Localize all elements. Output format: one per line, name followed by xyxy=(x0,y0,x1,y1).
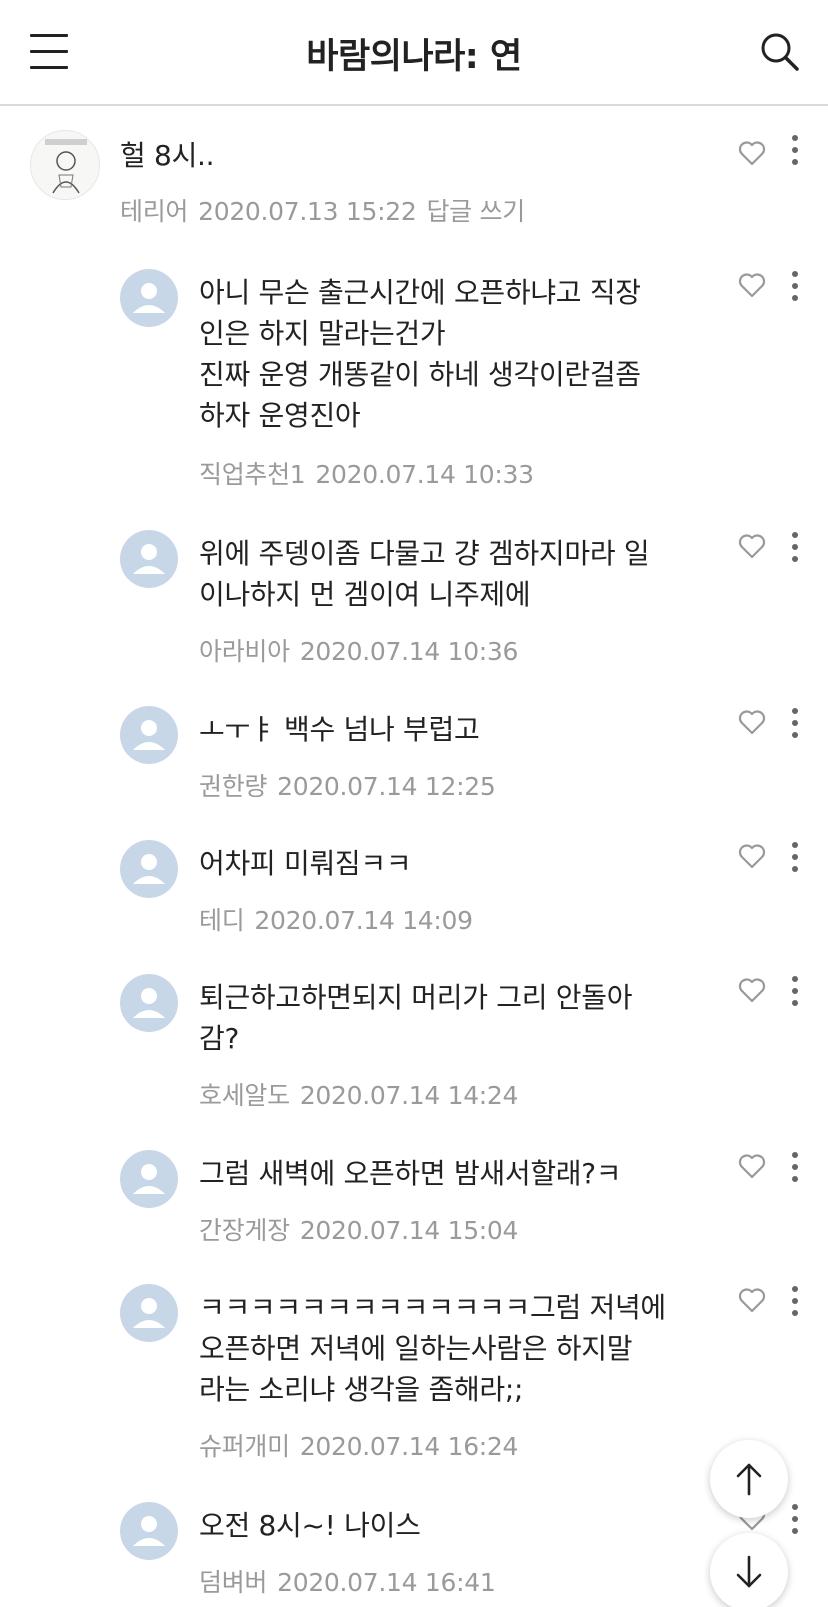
search-icon[interactable] xyxy=(760,32,800,72)
comment-author[interactable]: 덤벼버 xyxy=(199,1568,267,1597)
comment-meta: 슈퍼개미 2020.07.14 16:24 xyxy=(199,1427,518,1463)
comment-author[interactable]: 테리어 xyxy=(120,197,188,226)
comment-author[interactable]: 아라비아 xyxy=(199,637,290,666)
user-avatar[interactable] xyxy=(120,840,178,898)
more-vertical-icon[interactable] xyxy=(790,976,800,1006)
arrow-up-icon xyxy=(736,1463,762,1496)
heart-icon[interactable] xyxy=(738,1153,766,1179)
comment-author[interactable]: 직업추천1 xyxy=(199,460,306,489)
more-vertical-icon[interactable] xyxy=(790,1504,800,1534)
comment-item: 헐 8시.. 테리어 2020.07.13 15:22 답글 쓰기 xyxy=(0,130,828,240)
comment-date: 2020.07.14 15:04 xyxy=(299,1216,519,1245)
user-avatar[interactable] xyxy=(120,1284,178,1342)
more-vertical-icon[interactable] xyxy=(790,135,800,165)
comment-item: 어차피 미뤄짐ㅋㅋ 테디 2020.07.14 14:09 xyxy=(0,840,828,935)
comment-text: 위에 주뎅이좀 다물고 걍 겜하지마라 일 이나하지 먼 겜이여 니주제에 xyxy=(199,537,650,611)
comment-text: 헐 8시.. xyxy=(120,139,215,172)
comment-item: 위에 주뎅이좀 다물고 걍 겜하지마라 일 이나하지 먼 겜이여 니주제에 아라… xyxy=(0,530,828,666)
heart-icon[interactable] xyxy=(738,709,766,735)
arrow-down-icon xyxy=(736,1555,762,1588)
user-avatar[interactable] xyxy=(120,1502,178,1560)
more-vertical-icon[interactable] xyxy=(790,271,800,301)
user-avatar[interactable] xyxy=(120,530,178,588)
comment-text: ㅗㅜㅑ 백수 넘나 부럽고 xyxy=(199,713,480,746)
user-avatar[interactable] xyxy=(30,130,100,200)
heart-icon[interactable] xyxy=(738,1287,766,1313)
comment-text: ㅋㅋㅋㅋㅋㅋㅋㅋㅋㅋㅋㅋㅋ그럼 저녁에 오픈하면 저녁에 일하는사람은 하지말 … xyxy=(199,1291,666,1406)
page-title: 바람의나라: 연 xyxy=(306,37,522,77)
user-avatar[interactable] xyxy=(120,269,178,327)
heart-icon[interactable] xyxy=(738,533,766,559)
comment-date: 2020.07.14 14:09 xyxy=(254,906,473,935)
more-vertical-icon[interactable] xyxy=(790,842,800,872)
comment-date: 2020.07.14 10:33 xyxy=(315,460,534,489)
more-vertical-icon[interactable] xyxy=(790,1286,800,1316)
comment-date: 2020.07.14 16:41 xyxy=(277,1568,496,1597)
comment-author[interactable]: 슈퍼개미 xyxy=(199,1432,290,1461)
comment-meta: 테디 2020.07.14 14:09 xyxy=(199,901,473,937)
comment-text: 퇴근하고하면되지 머리가 그리 안돌아 감? xyxy=(199,981,633,1055)
comment-author[interactable]: 간장게장 xyxy=(199,1216,290,1245)
comment-item: 그럼 새벽에 오픈하면 밤새서할래?ㅋ 간장게장 2020.07.14 15:04 xyxy=(0,1150,828,1245)
more-vertical-icon[interactable] xyxy=(790,532,800,562)
comment-item: 오전 8시~! 나이스 덤벼버 2020.07.14 16:41 xyxy=(0,1502,828,1602)
comment-item: 퇴근하고하면되지 머리가 그리 안돌아 감? 호세알도 2020.07.14 14… xyxy=(0,974,828,1110)
comment-date: 2020.07.14 16:24 xyxy=(299,1432,519,1461)
user-avatar[interactable] xyxy=(120,706,178,764)
heart-icon[interactable] xyxy=(738,140,766,166)
comment-meta: 테리어 2020.07.13 15:22 답글 쓰기 xyxy=(120,192,525,228)
heart-icon[interactable] xyxy=(738,843,766,869)
comment-date: 2020.07.14 14:24 xyxy=(299,1081,519,1110)
comment-meta: 아라비아 2020.07.14 10:36 xyxy=(199,632,518,668)
more-vertical-icon[interactable] xyxy=(790,1152,800,1182)
heart-icon[interactable] xyxy=(738,272,766,298)
user-avatar[interactable] xyxy=(120,1150,178,1208)
reply-button[interactable]: 답글 쓰기 xyxy=(426,197,525,226)
scroll-down-button[interactable] xyxy=(710,1533,788,1607)
comment-meta: 덤벼버 2020.07.14 16:41 xyxy=(199,1563,496,1599)
comment-text: 오전 8시~! 나이스 xyxy=(199,1509,421,1542)
scroll-up-button[interactable] xyxy=(710,1440,788,1518)
comment-author[interactable]: 권한량 xyxy=(199,772,267,801)
comment-author[interactable]: 호세알도 xyxy=(199,1081,290,1110)
comment-text: 그럼 새벽에 오픈하면 밤새서할래?ㅋ xyxy=(199,1157,622,1190)
heart-icon[interactable] xyxy=(738,977,766,1003)
comment-meta: 호세알도 2020.07.14 14:24 xyxy=(199,1076,518,1112)
app-header: 바람의나라: 연 xyxy=(0,0,828,106)
comment-item: ㅋㅋㅋㅋㅋㅋㅋㅋㅋㅋㅋㅋㅋ그럼 저녁에 오픈하면 저녁에 일하는사람은 하지말 … xyxy=(0,1284,828,1461)
comment-date: 2020.07.14 10:36 xyxy=(299,637,519,666)
comment-item: 아니 무슨 출근시간에 오픈하냐고 직장 인은 하지 말라는건가 진짜 운영 개… xyxy=(0,269,828,489)
comment-item: ㅗㅜㅑ 백수 넘나 부럽고 권한량 2020.07.14 12:25 xyxy=(0,706,828,801)
comment-meta: 권한량 2020.07.14 12:25 xyxy=(199,767,496,803)
comment-text: 어차피 미뤄짐ㅋㅋ xyxy=(199,847,412,880)
user-avatar[interactable] xyxy=(120,974,178,1032)
comment-date: 2020.07.13 15:22 xyxy=(198,197,417,226)
comment-meta: 직업추천1 2020.07.14 10:33 xyxy=(199,455,534,491)
comment-date: 2020.07.14 12:25 xyxy=(277,772,496,801)
comment-author[interactable]: 테디 xyxy=(199,906,245,935)
more-vertical-icon[interactable] xyxy=(790,708,800,738)
comment-text: 아니 무슨 출근시간에 오픈하냐고 직장 인은 하지 말라는건가 진짜 운영 개… xyxy=(199,276,641,432)
comment-meta: 간장게장 2020.07.14 15:04 xyxy=(199,1211,518,1247)
